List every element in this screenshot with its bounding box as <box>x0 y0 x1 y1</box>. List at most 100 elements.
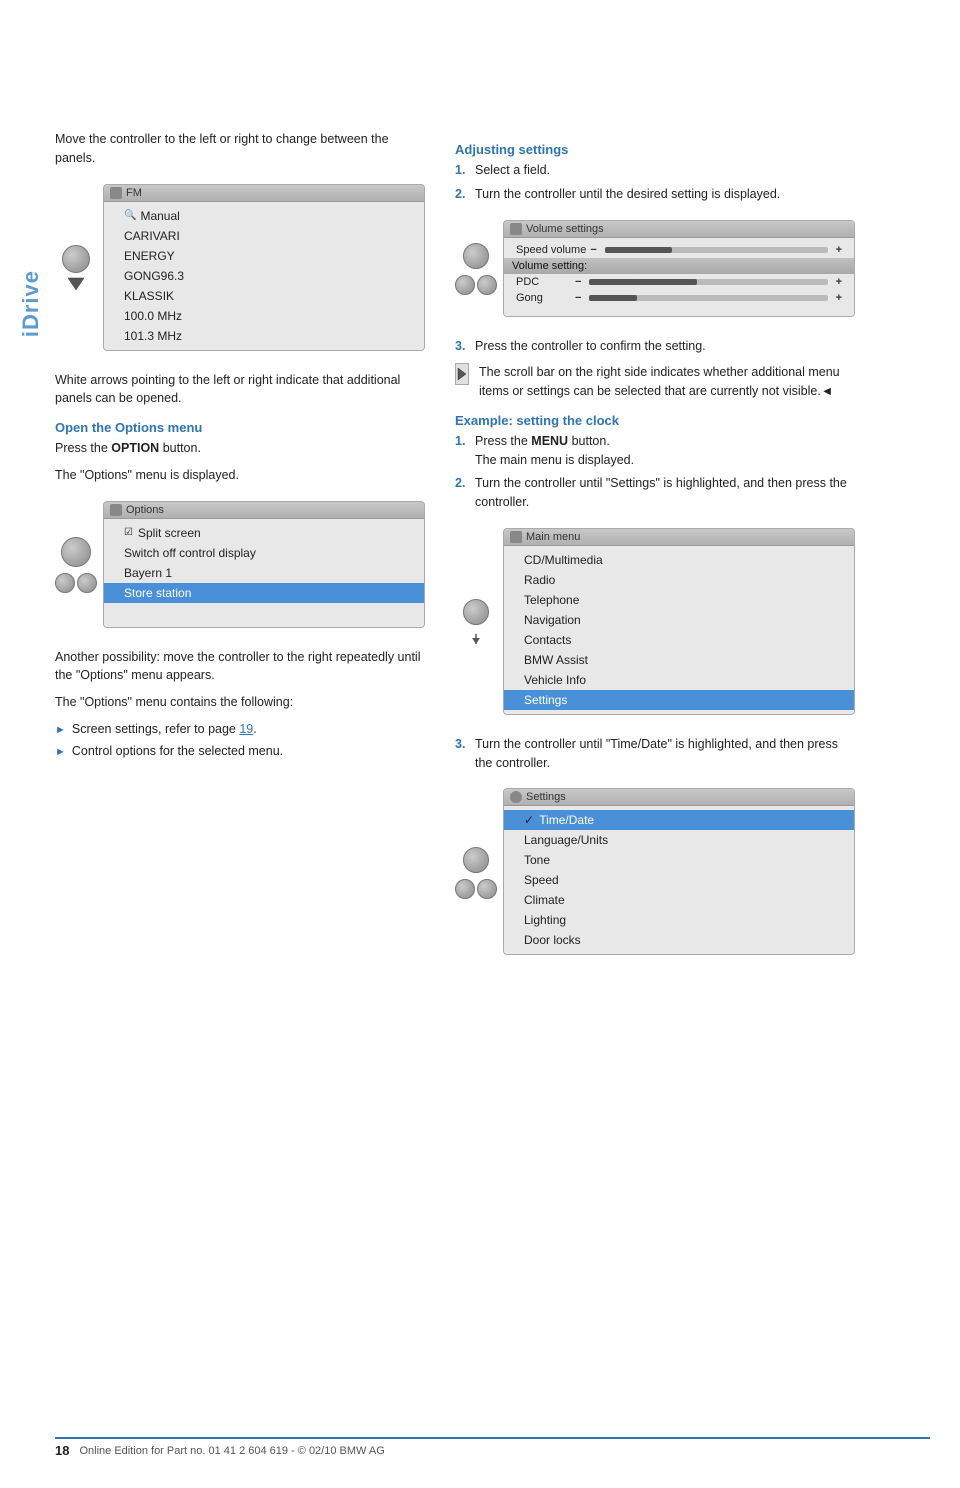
main-menu-body: CD/Multimedia Radio Telephone Navigation… <box>504 546 854 714</box>
main-content: Move the controller to the left or right… <box>55 130 930 975</box>
options-title-bar: Options <box>104 502 424 519</box>
clock-step-2: 2. Turn the controller until "Settings" … <box>455 474 855 512</box>
options-menu-displayed-text: The "Options" menu is displayed. <box>55 466 425 485</box>
search-icon: 🔍 <box>124 210 136 221</box>
speed-volume-row: Speed volume − + <box>504 242 854 258</box>
options-spacer <box>104 603 424 623</box>
page-link-19[interactable]: 19 <box>239 722 253 736</box>
fm-item-101mhz: 101.3 MHz <box>104 326 424 346</box>
bullet-arrow-2: ► <box>55 744 66 761</box>
setting-climate: Climate <box>504 890 854 910</box>
controller-arrows-vol <box>455 275 497 295</box>
page-footer: 18 Online Edition for Part no. 01 41 2 6… <box>55 1437 930 1458</box>
adjust-step3-list: 3. Press the controller to confirm the s… <box>455 337 855 356</box>
fm-title-bar: FM <box>104 185 424 202</box>
clock-steps-1-2-list: 1. Press the MENU button. The main menu … <box>455 432 855 512</box>
step-text-1: Select a field. <box>475 161 550 180</box>
contains-following-text: The "Options" menu contains the followin… <box>55 693 425 712</box>
step-text-3: Press the controller to confirm the sett… <box>475 337 706 356</box>
intro-text: Move the controller to the left or right… <box>55 130 425 168</box>
pdc-row: PDC − + <box>504 274 854 290</box>
pdc-label: PDC <box>516 276 571 288</box>
options-screenshot: Options ☑ Split screen Switch off contro… <box>103 501 425 628</box>
options-title-text: Options <box>126 504 164 516</box>
fm-icon <box>110 187 122 199</box>
step-num-3: 3. <box>455 337 469 356</box>
settings-screenshot: Settings ✓ Time/Date Language/Units Tone… <box>503 788 855 955</box>
options-menu-heading: Open the Options menu <box>55 420 425 435</box>
speed-vol-label: Speed volume <box>516 244 586 256</box>
bullet-text-1: Screen settings, refer to page 19. <box>72 720 257 739</box>
adjusting-settings-heading: Adjusting settings <box>455 142 855 157</box>
step-num-1: 1. <box>455 161 469 180</box>
controller-arrows <box>55 573 97 593</box>
settings-arrow-icon <box>467 632 485 646</box>
settings-title-text: Settings <box>526 791 566 803</box>
option-switch-off: Switch off control display <box>104 543 424 563</box>
fm-item-carivari: CARIVARI <box>104 226 424 246</box>
mm-settings: Settings <box>504 690 854 710</box>
menu-button-label: MENU <box>531 434 568 448</box>
scroll-triangle-icon <box>455 363 469 385</box>
settings-screenshot-container: Settings ✓ Time/Date Language/Units Tone… <box>455 780 855 965</box>
fm-screenshot-container: FM 🔍 Manual CARIVARI ENERGY GONG96.3 KLA… <box>55 176 425 361</box>
option-split-screen: ☑ Split screen <box>104 523 424 543</box>
settings-title-bar: Settings <box>504 789 854 806</box>
clock-step-num-3: 3. <box>455 735 469 773</box>
main-menu-screenshot-container: Main menu CD/Multimedia Radio Telephone … <box>455 520 855 725</box>
fm-item-energy: ENERGY <box>104 246 424 266</box>
vol-minus-3: − <box>575 292 581 304</box>
bullet-screen-settings: ► Screen settings, refer to page 19. <box>55 720 425 739</box>
left-column: Move the controller to the left or right… <box>55 130 425 975</box>
adjusting-steps-list: 1. Select a field. 2. Turn the controlle… <box>455 161 855 204</box>
setting-door-locks: Door locks <box>504 930 854 950</box>
gong-slider <box>589 295 827 301</box>
clock-step-3: 3. Turn the controller until "Time/Date"… <box>455 735 855 773</box>
sidebar-label: iDrive <box>18 270 44 337</box>
mm-navigation: Navigation <box>504 610 854 630</box>
setting-lang-units: Language/Units <box>504 830 854 850</box>
controller-knob <box>62 245 90 273</box>
vol-title-text: Volume settings <box>526 223 604 235</box>
main-menu-screenshot: Main menu CD/Multimedia Radio Telephone … <box>503 528 855 715</box>
adjust-step-3: 3. Press the controller to confirm the s… <box>455 337 855 356</box>
controller-side-btns-settings <box>455 879 497 899</box>
adjust-step-2: 2. Turn the controller until the desired… <box>455 185 855 204</box>
vol-minus-1: − <box>590 244 596 256</box>
vol-spacer <box>504 306 854 312</box>
vol-plus-3: + <box>836 292 842 304</box>
settings-menu-body: ✓ Time/Date Language/Units Tone Speed Cl… <box>504 806 854 954</box>
controller-icon-options <box>55 537 97 593</box>
mm-telephone: Telephone <box>504 590 854 610</box>
setting-lighting: Lighting <box>504 910 854 930</box>
mm-radio: Radio <box>504 570 854 590</box>
vol-minus-2: − <box>575 276 581 288</box>
volume-screenshot: Volume settings Speed volume − + Volume … <box>503 220 855 317</box>
example-clock-heading: Example: setting the clock <box>455 413 855 428</box>
clock-step-text-3: Turn the controller until "Time/Date" is… <box>475 735 855 773</box>
adjust-step-1: 1. Select a field. <box>455 161 855 180</box>
fm-item-100mhz: 100.0 MHz <box>104 306 424 326</box>
mm-contacts: Contacts <box>504 630 854 650</box>
fm-item-manual: 🔍 Manual <box>104 206 424 226</box>
vol-icon <box>510 223 522 235</box>
controller-down-icon <box>55 245 97 292</box>
vol-title-bar: Volume settings <box>504 221 854 238</box>
bullet-control-options: ► Control options for the selected menu. <box>55 742 425 761</box>
speed-vol-slider <box>605 247 828 253</box>
options-icon <box>110 504 122 516</box>
pdc-slider <box>589 279 827 285</box>
vol-plus-2: + <box>836 276 842 288</box>
controller-knob-vol <box>463 243 489 269</box>
left-settings-btn <box>455 879 475 899</box>
mm-cd-multimedia: CD/Multimedia <box>504 550 854 570</box>
page-number: 18 <box>55 1443 69 1458</box>
option-button-text: button. <box>163 441 201 455</box>
clock-step3-list: 3. Turn the controller until "Time/Date"… <box>455 735 855 773</box>
vol-plus-1: + <box>836 244 842 256</box>
gong-row: Gong − + <box>504 290 854 306</box>
fm-menu-body: 🔍 Manual CARIVARI ENERGY GONG96.3 KLASSI… <box>104 202 424 350</box>
setting-speed: Speed <box>504 870 854 890</box>
right-vol-btn <box>477 275 497 295</box>
volume-screenshot-container: Volume settings Speed volume − + Volume … <box>455 212 855 327</box>
